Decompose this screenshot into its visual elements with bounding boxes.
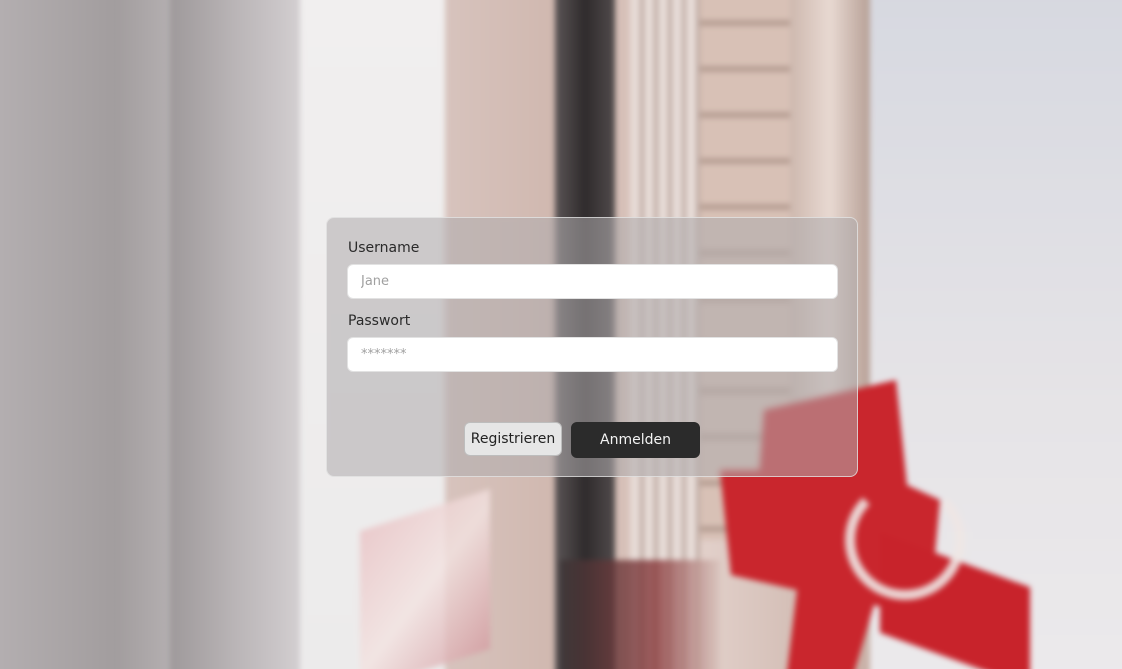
username-label: Username [348,240,420,256]
login-button[interactable]: Anmelden [571,422,700,458]
password-label: Passwort [348,313,411,329]
background-shade [170,0,310,669]
pharmacy-emblem-icon [845,480,965,600]
background-shopfront [560,560,720,669]
username-input[interactable] [347,264,838,299]
login-page: Username Passwort Registrieren Anmelden [0,0,1122,669]
login-form: Username Passwort Registrieren Anmelden [326,217,858,477]
password-input[interactable] [347,337,838,372]
register-button[interactable]: Registrieren [464,422,562,456]
